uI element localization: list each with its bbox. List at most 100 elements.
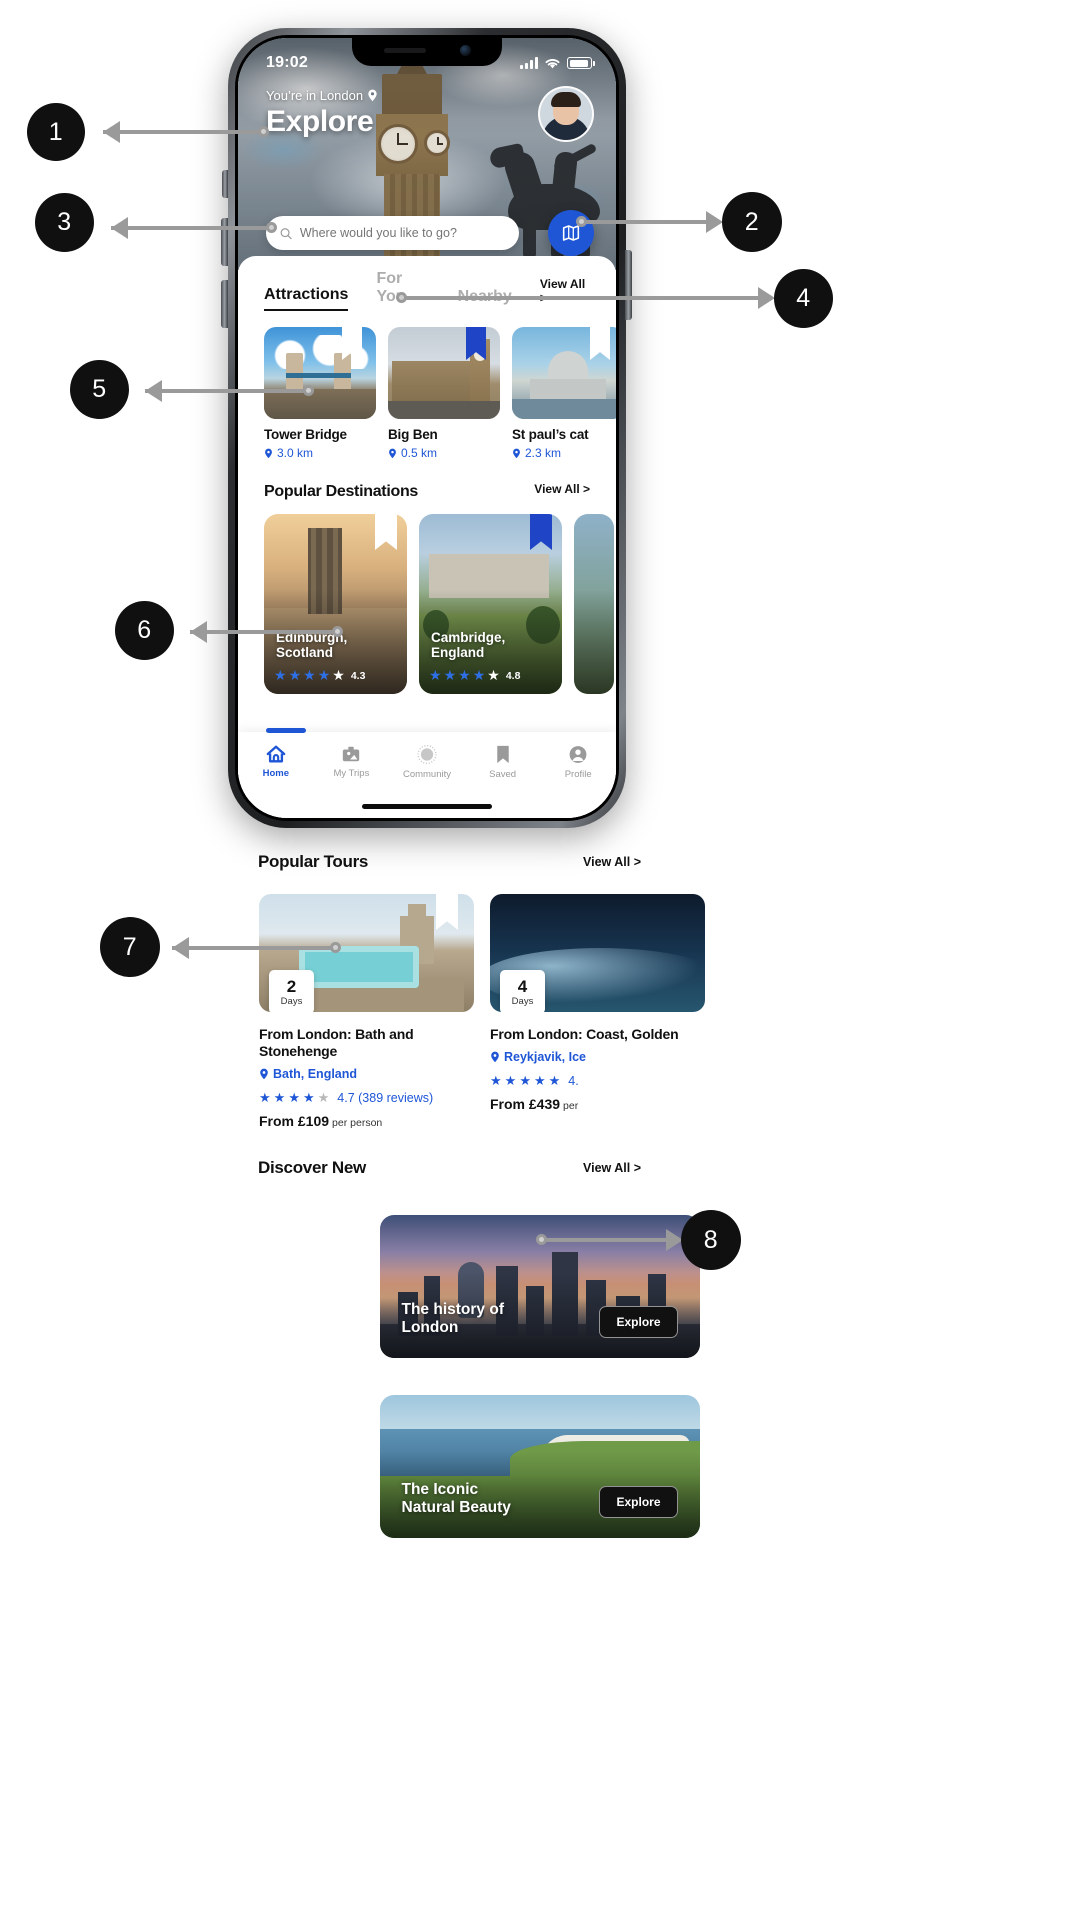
annotation-line-5 bbox=[145, 389, 310, 393]
annotation-bubble-3: 3 bbox=[35, 193, 94, 252]
discover-card-title: The Iconic Natural Beauty bbox=[402, 1481, 511, 1518]
destination-rating-value: 4.8 bbox=[505, 669, 521, 682]
page-title: Explore bbox=[266, 105, 374, 138]
profile-icon bbox=[569, 746, 587, 763]
tour-rating: ★ ★ ★ ★ ★ 4.7 (389 reviews) bbox=[259, 1089, 434, 1105]
attractions-carousel[interactable]: Tower Bridge 3.0 km Big Ben 0.5 km St pa… bbox=[238, 311, 616, 460]
hero-heading-group: You’re in London Explore bbox=[266, 88, 378, 139]
attraction-image bbox=[264, 327, 376, 419]
volume-down-button[interactable] bbox=[221, 280, 228, 328]
annotation-endpoint-2 bbox=[576, 216, 587, 227]
tour-location-value: Bath, England bbox=[273, 1066, 358, 1081]
annotation-arrowhead-1 bbox=[103, 121, 120, 143]
destinations-carousel[interactable]: Edinburgh, Scotland ★ ★ ★ ★ ★ 4.3 Cambri… bbox=[238, 502, 616, 694]
bottom-navigation: Home My Trips Community Saved Profile bbox=[238, 728, 616, 818]
tour-days-number: 2 bbox=[286, 976, 297, 996]
location-pin-icon bbox=[265, 448, 272, 458]
map-explore-button[interactable] bbox=[548, 210, 594, 256]
phone-device-frame: 19:02 You’re in London Explore Where wou… bbox=[228, 28, 626, 828]
destination-card[interactable]: Edinburgh, Scotland ★ ★ ★ ★ ★ 4.3 bbox=[264, 514, 407, 694]
search-input[interactable] bbox=[299, 226, 505, 240]
mute-switch[interactable] bbox=[222, 170, 228, 198]
destination-card-partial[interactable] bbox=[574, 514, 614, 694]
tours-carousel[interactable]: 2 Days From London: Bath and Stonehenge … bbox=[0, 894, 1079, 1129]
discover-title-line1: The history of bbox=[401, 1300, 504, 1318]
nav-item-community[interactable]: Community bbox=[389, 744, 465, 780]
discover-card[interactable]: The Iconic Natural Beauty Explore bbox=[379, 1395, 700, 1538]
destination-rating: ★ ★ ★ ★ ★ 4.8 bbox=[429, 667, 521, 683]
attraction-name: Tower Bridge bbox=[264, 427, 347, 442]
popular-tours-header: Popular Tours View All > bbox=[0, 852, 1079, 872]
destination-rating: ★ ★ ★ ★ ★ 4.3 bbox=[274, 667, 366, 683]
explore-button[interactable]: Explore bbox=[599, 1486, 678, 1518]
explore-button[interactable]: Explore bbox=[599, 1306, 678, 1338]
annotation-number: 6 bbox=[137, 616, 152, 644]
tour-days-number: 4 bbox=[517, 976, 528, 996]
annotation-endpoint-8 bbox=[536, 1234, 547, 1245]
tab-for-you[interactable]: For You bbox=[376, 270, 429, 311]
annotation-line-8 bbox=[540, 1238, 675, 1242]
attraction-image bbox=[388, 327, 500, 419]
tour-card[interactable]: 4 Days From London: Coast, Golden Reykja… bbox=[490, 894, 705, 1129]
phone-screen: 19:02 You’re in London Explore Where wou… bbox=[238, 38, 616, 818]
tour-days-badge: 4 Days bbox=[500, 970, 545, 1012]
destination-name-line2: Scotland bbox=[276, 644, 334, 660]
destination-name-line1: Cambridge, bbox=[431, 629, 506, 645]
annotation-number: 7 bbox=[122, 932, 138, 961]
attraction-card[interactable]: Big Ben 0.5 km bbox=[388, 327, 500, 460]
attraction-distance: 2.3 km bbox=[512, 446, 616, 460]
annotation-bubble-7: 7 bbox=[100, 917, 160, 977]
annotation-line-1 bbox=[103, 130, 263, 134]
phone-bezel: 19:02 You’re in London Explore Where wou… bbox=[235, 35, 619, 821]
annotation-endpoint-6 bbox=[332, 626, 343, 637]
tour-location: Reykjavik, Ice bbox=[490, 1050, 705, 1064]
popular-tours-view-all-link[interactable]: View All > bbox=[583, 855, 821, 869]
annotation-arrowhead-2 bbox=[706, 211, 723, 233]
discover-title-line2: Natural Beauty bbox=[401, 1499, 511, 1517]
power-button[interactable] bbox=[625, 250, 632, 320]
suitcase-icon bbox=[343, 746, 360, 762]
annotation-bubble-1: 1 bbox=[27, 103, 85, 161]
annotation-endpoint-7 bbox=[330, 942, 341, 953]
annotation-line-7 bbox=[172, 946, 337, 950]
attraction-card[interactable]: St paul’s cat 2.3 km bbox=[512, 327, 616, 460]
globe-icon bbox=[417, 744, 437, 765]
active-tab-indicator bbox=[266, 728, 306, 733]
attraction-card[interactable]: Tower Bridge 3.0 km bbox=[264, 327, 376, 460]
popular-destinations-header: Popular Destinations View All > bbox=[238, 460, 616, 502]
attraction-distance-value: 2.3 km bbox=[525, 446, 562, 460]
tour-image: 4 Days bbox=[490, 894, 705, 1012]
location-pin-icon bbox=[389, 448, 396, 458]
tour-location-value: Reykjavik, Ice bbox=[504, 1049, 587, 1064]
annotation-bubble-6: 6 bbox=[115, 601, 174, 660]
location-pin-icon bbox=[491, 1051, 499, 1062]
location-label: You’re in London bbox=[266, 88, 364, 103]
annotation-number: 3 bbox=[57, 208, 72, 236]
annotation-arrowhead-7 bbox=[172, 937, 189, 959]
home-icon bbox=[266, 745, 286, 763]
wifi-icon bbox=[545, 58, 560, 68]
tour-price-unit: per person bbox=[332, 1116, 383, 1129]
avatar[interactable] bbox=[538, 86, 594, 142]
search-bar[interactable] bbox=[266, 216, 519, 250]
annotation-endpoint-5 bbox=[303, 385, 314, 396]
attractions-view-all-link[interactable]: View All > bbox=[540, 277, 590, 311]
attraction-image bbox=[512, 327, 616, 419]
destination-card[interactable]: Cambridge, England ★ ★ ★ ★ ★ 4.8 bbox=[419, 514, 562, 694]
nav-label: Profile bbox=[564, 769, 592, 780]
nav-item-saved[interactable]: Saved bbox=[465, 744, 541, 780]
home-indicator bbox=[362, 804, 492, 809]
current-location[interactable]: You’re in London bbox=[266, 88, 378, 103]
discover-title-line1: The Iconic bbox=[401, 1480, 479, 1498]
attraction-distance: 0.5 km bbox=[388, 446, 500, 460]
nav-item-home[interactable]: Home bbox=[238, 744, 314, 779]
popular-destinations-view-all-link[interactable]: View All > bbox=[534, 482, 590, 502]
annotation-arrowhead-4 bbox=[758, 287, 775, 309]
nav-item-profile[interactable]: Profile bbox=[540, 744, 616, 780]
nav-item-my-trips[interactable]: My Trips bbox=[314, 744, 390, 779]
discover-new-view-all-link[interactable]: View All > bbox=[583, 1161, 821, 1175]
annotation-bubble-5: 5 bbox=[70, 360, 129, 419]
annotation-number: 8 bbox=[703, 1225, 719, 1254]
tab-attractions[interactable]: Attractions bbox=[264, 286, 349, 311]
tour-card[interactable]: 2 Days From London: Bath and Stonehenge … bbox=[259, 894, 474, 1129]
